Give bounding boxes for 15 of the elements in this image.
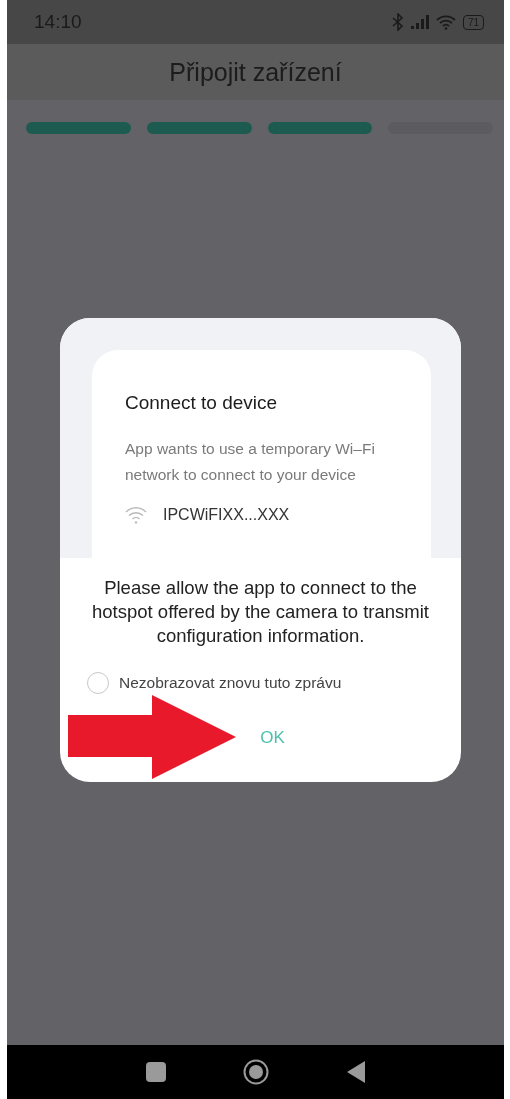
preview-text: App wants to use a temporary Wi–Fi network to connect to your device [125, 439, 376, 485]
square-icon[interactable] [145, 1062, 166, 1082]
bluetooth-icon [391, 13, 404, 31]
ok-button[interactable]: OK [246, 722, 299, 754]
screen-title: Připojit zařízení [169, 57, 342, 87]
radio-button[interactable] [87, 672, 109, 694]
dialog-message: Please allow the app to connect to the hotspot offered by the camera to transmit configuration information. [91, 576, 430, 648]
signal-icon [410, 15, 429, 29]
wifi-icon [435, 14, 456, 30]
circle-icon[interactable] [243, 1059, 270, 1085]
triangle-icon[interactable] [347, 1061, 366, 1083]
wifi-icon [125, 506, 147, 524]
preview-title: Connect to device [125, 392, 279, 414]
network-name: IPCWiFIXX...XXX [163, 506, 290, 524]
dont-show-again-label: Nezobrazovat znovu tuto zprávu [119, 674, 342, 692]
